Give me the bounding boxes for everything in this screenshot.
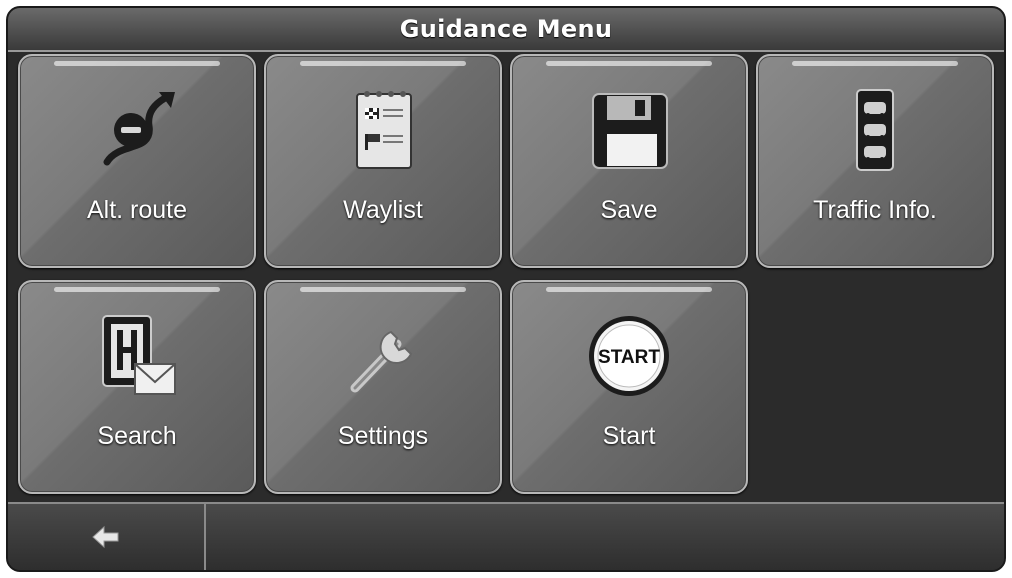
floppy-disk-icon bbox=[581, 82, 677, 178]
traffic-info-label: Traffic Info. bbox=[813, 196, 937, 224]
save-label: Save bbox=[600, 196, 658, 224]
tile-highlight bbox=[546, 287, 712, 292]
back-arrow-icon bbox=[92, 525, 119, 549]
bottom-bar bbox=[8, 502, 1004, 570]
start-badge-text: START bbox=[598, 347, 660, 368]
menu-grid: Alt. route Waylist Save Traffic Info. Se… bbox=[18, 54, 996, 498]
tile-highlight bbox=[546, 61, 712, 66]
traffic-info-icon bbox=[827, 82, 923, 178]
tile-highlight bbox=[54, 287, 220, 292]
guidance-menu-screen: Guidance Menu Alt. route Waylist Save Tr… bbox=[6, 6, 1006, 572]
page-title: Guidance Menu bbox=[399, 15, 613, 43]
hotel-search-icon bbox=[89, 308, 185, 404]
search-label: Search bbox=[97, 422, 177, 450]
tile-highlight bbox=[300, 61, 466, 66]
start-icon: START bbox=[581, 308, 677, 404]
tile-highlight bbox=[300, 287, 466, 292]
waylist-icon bbox=[335, 82, 431, 178]
tile-highlight bbox=[54, 61, 220, 66]
save-button[interactable]: Save bbox=[510, 54, 748, 268]
waylist-button[interactable]: Waylist bbox=[264, 54, 502, 268]
alt-route-button[interactable]: Alt. route bbox=[18, 54, 256, 268]
tile-highlight bbox=[792, 61, 958, 66]
settings-button[interactable]: Settings bbox=[264, 280, 502, 494]
traffic-info-button[interactable]: Traffic Info. bbox=[756, 54, 994, 268]
start-label: Start bbox=[602, 422, 656, 450]
title-bar: Guidance Menu bbox=[8, 8, 1004, 52]
waylist-label: Waylist bbox=[343, 196, 423, 224]
alt-route-label: Alt. route bbox=[86, 196, 188, 224]
start-button[interactable]: START Start bbox=[510, 280, 748, 494]
alt-route-icon bbox=[89, 82, 185, 178]
back-button[interactable] bbox=[8, 504, 206, 570]
search-button[interactable]: Search bbox=[18, 280, 256, 494]
settings-label: Settings bbox=[337, 422, 429, 450]
wrench-icon bbox=[335, 308, 431, 404]
